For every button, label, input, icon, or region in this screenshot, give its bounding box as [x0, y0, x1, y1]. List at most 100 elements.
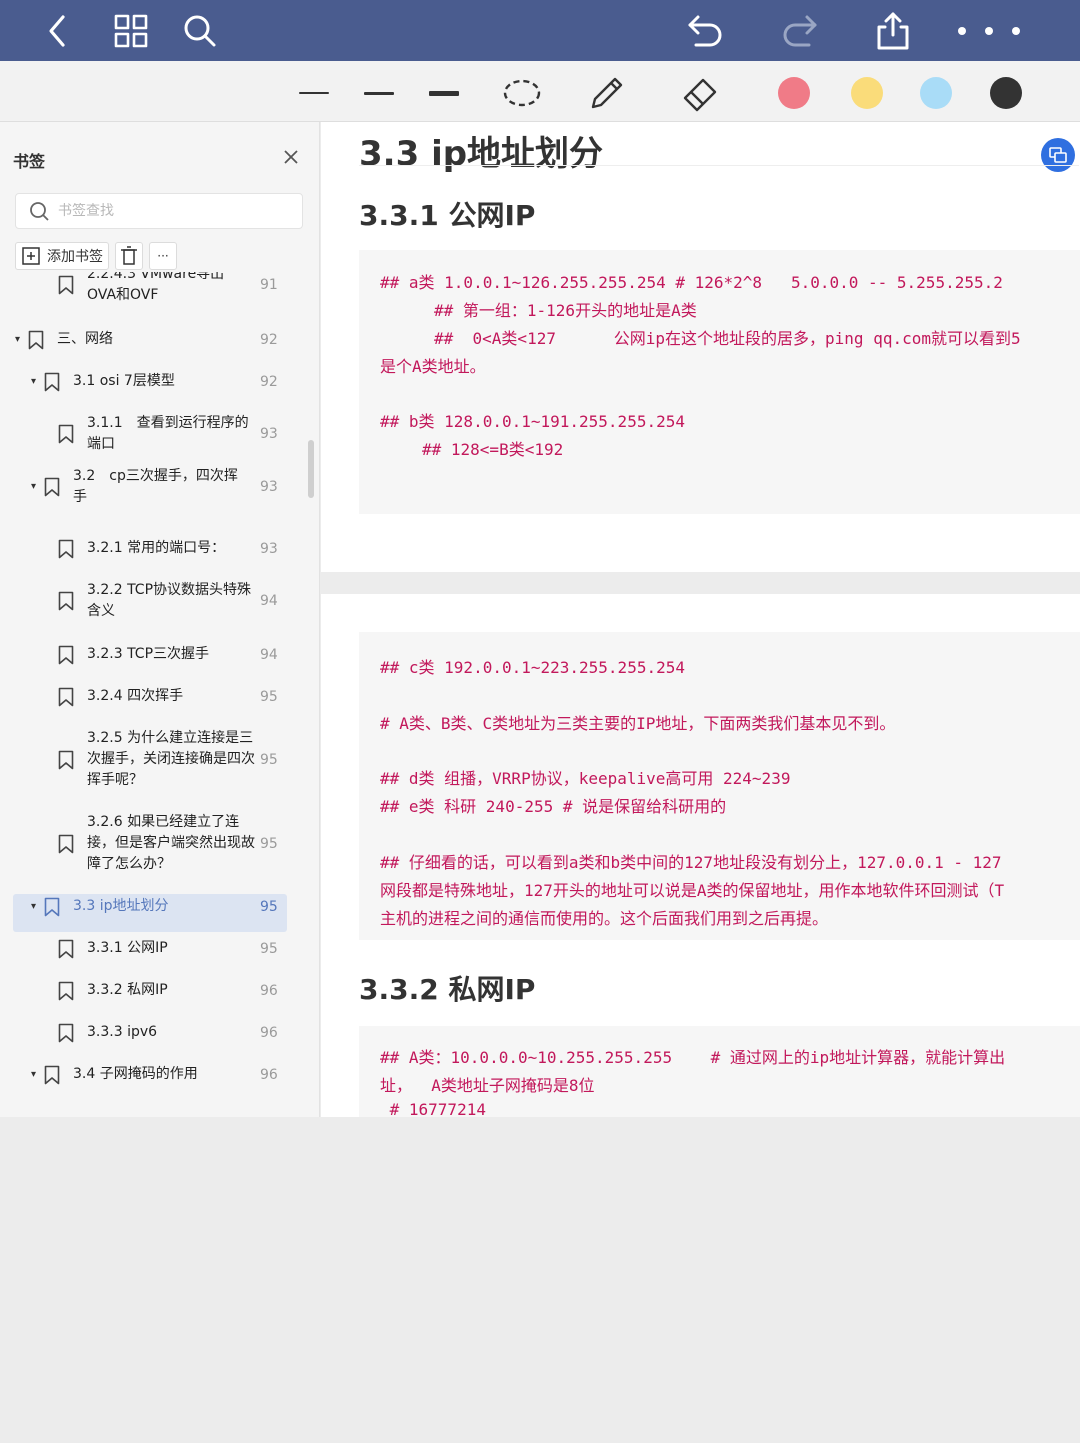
more-icon[interactable] — [948, 8, 1028, 54]
code-line: ## A类：10.0.0.0~10.255.255.255 # 通过网上的ip地… — [380, 1048, 1006, 1067]
code-line: ## d类 组播，VRRP协议，keepalive高可用 224~239 — [380, 769, 791, 788]
bookmark-list: 2.2.4.3 VMware导出 OVA和OVF 91 ▾ 三、网络 92 ▾ 3.1 os… — [0, 272, 319, 1117]
grid-icon[interactable] — [108, 8, 154, 54]
bookmark-label: 3.3.3 ipv6 — [87, 1024, 158, 1040]
bookmark-item[interactable]: ▾ 3.4 子网掩码的作用 96 — [0, 1062, 319, 1088]
bookmark-item[interactable]: ▾ 3.1 osi 7层模型 92 — [0, 369, 319, 395]
close-icon[interactable] — [280, 146, 302, 168]
bookmark-page-number: 92 — [260, 332, 278, 348]
bookmark-item[interactable]: ▾ 三、网络 92 — [0, 327, 319, 353]
drawing-toolbar — [0, 61, 1080, 122]
color-swatch-red[interactable] — [778, 77, 810, 109]
expand-caret-icon[interactable]: ▾ — [31, 901, 36, 912]
bookmark-item[interactable]: 3.2.4 四次挥手 95 — [0, 684, 319, 710]
bookmark-label: 3.1.1 查看到运行程序的端口 — [87, 415, 249, 452]
bookmark-label: 2.2.4.3 VMware导出 OVA和OVF — [87, 272, 225, 303]
code-block: ## c类 192.0.0.1~223.255.255.254 # A类、B类、… — [359, 632, 1080, 940]
eraser-icon[interactable] — [678, 71, 722, 115]
pencil-icon[interactable] — [585, 71, 629, 115]
bookmark-icon — [58, 750, 74, 769]
bookmark-item[interactable]: 3.2.1 常用的端口号： 93 — [0, 536, 319, 562]
bookmark-icon — [58, 424, 74, 444]
undo-icon[interactable] — [683, 8, 729, 54]
bookmark-label: 3.3 ip地址划分 — [73, 898, 169, 914]
medium-line-tool[interactable] — [357, 71, 401, 115]
color-swatch-yellow[interactable] — [851, 77, 883, 109]
bookmark-page-number: 92 — [260, 374, 278, 390]
share-icon[interactable] — [870, 8, 916, 54]
bookmark-actions: 添加书签 ··· — [15, 242, 177, 270]
bookmark-icon — [58, 1023, 74, 1043]
bookmark-item[interactable]: 3.1.1 查看到运行程序的端口 93 — [0, 411, 319, 457]
bookmark-item[interactable]: ▾ 3.3 ip地址划分 95 — [0, 894, 319, 932]
bookmark-item[interactable]: 3.3.3 ipv6 96 — [0, 1020, 319, 1046]
code-line: ## 0<A类<127 公网ip在这个地址段的居多，ping qq.com就可以… — [434, 329, 1021, 348]
code-line: # A类、B类、C类地址为三类主要的IP地址，下面两类我们基本见不到。 — [380, 714, 896, 733]
color-swatch-black[interactable] — [990, 77, 1022, 109]
bookmark-item[interactable]: 3.2.6 如果已经建立了连接，但是客户端突然出现故障了怎么办？ 95 — [0, 810, 319, 877]
lasso-icon[interactable] — [500, 71, 544, 115]
bookmark-item[interactable]: 3.2.3 TCP三次握手 94 — [0, 642, 319, 668]
bookmark-label: 3.2.5 为什么建立连接是三次握手，关闭连接确是四次挥手呢？ — [87, 730, 255, 788]
bookmark-page-number: 94 — [260, 647, 278, 663]
bookmark-item[interactable]: 3.2.5 为什么建立连接是三次握手，关闭连接确是四次挥手呢？ 95 — [0, 726, 319, 793]
more-options-button[interactable]: ··· — [149, 242, 177, 270]
code-line: ## 第一组：1-126开头的地址是A类 — [434, 301, 697, 320]
bookmark-page-number: 93 — [260, 479, 278, 495]
expand-caret-icon[interactable]: ▾ — [15, 334, 20, 345]
expand-caret-icon[interactable]: ▾ — [31, 376, 36, 387]
search-icon — [30, 202, 49, 221]
bookmark-label: 3.2.6 如果已经建立了连接，但是客户端突然出现故障了怎么办？ — [87, 814, 255, 872]
bookmark-icon — [58, 645, 74, 665]
delete-bookmark-button[interactable] — [115, 242, 143, 270]
back-icon[interactable] — [35, 8, 81, 54]
code-line: ## b类 128.0.0.1~191.255.255.254 — [380, 412, 685, 431]
bookmark-item[interactable]: 2.2.4.3 VMware导出 OVA和OVF 91 — [0, 272, 319, 308]
bookmark-label: 3.2.2 TCP协议数据头特殊含义 — [87, 582, 252, 619]
bookmark-page-number: 95 — [260, 689, 278, 705]
document-page-2: ## c类 192.0.0.1~223.255.255.254 # A类、B类、… — [321, 594, 1080, 1117]
translate-icon[interactable] — [1041, 138, 1075, 172]
thick-line-tool[interactable] — [422, 71, 466, 115]
bookmark-item[interactable]: 3.3.1 公网IP 95 — [0, 936, 319, 962]
bookmark-icon — [58, 275, 74, 295]
bookmark-page-number: 94 — [260, 593, 278, 609]
bookmark-page-number: 95 — [260, 899, 278, 915]
sidebar-scrollbar[interactable] — [308, 440, 314, 498]
bookmark-label: 3.4 子网掩码的作用 — [73, 1066, 198, 1082]
add-bookmark-button[interactable]: 添加书签 — [15, 242, 109, 270]
code-line: ## c类 192.0.0.1~223.255.255.254 — [380, 658, 685, 677]
section-title: 3.3 ip地址划分 — [359, 134, 604, 174]
code-line: 是个A类地址。 — [380, 357, 486, 376]
redo-icon[interactable] — [776, 8, 822, 54]
bookmark-icon — [44, 897, 60, 917]
code-line: ## 仔细看的话，可以看到a类和b类中间的127地址段没有划分上，127.0.0… — [380, 853, 1002, 872]
bookmark-icon — [58, 834, 74, 853]
bookmark-item[interactable]: 3.3.2 私网IP 96 — [0, 978, 319, 1004]
thin-line-tool[interactable] — [292, 71, 336, 115]
code-line: ## 128<=B类<192 — [422, 440, 564, 459]
bookmark-page-number: 96 — [260, 983, 278, 999]
add-bookmark-icon — [22, 247, 40, 265]
bookmark-icon — [58, 591, 74, 611]
color-swatch-blue[interactable] — [920, 77, 952, 109]
bookmark-item[interactable]: ▾ 3.2 cp三次握手，四次挥手 93 — [0, 464, 319, 510]
expand-caret-icon[interactable]: ▾ — [31, 1069, 36, 1080]
bookmark-icon — [58, 939, 74, 959]
bookmark-icon — [58, 981, 74, 1001]
bookmark-search-input[interactable] — [58, 203, 278, 219]
bookmark-item[interactable]: 3.2.2 TCP协议数据头特殊含义 94 — [0, 578, 319, 624]
search-icon[interactable] — [177, 8, 223, 54]
top-nav-bar — [0, 0, 1080, 61]
sidebar-title: 书签 — [13, 152, 46, 171]
bookmark-page-number: 93 — [260, 426, 278, 442]
subsection-title: 3.3.2 私网IP — [359, 973, 536, 1006]
bookmark-search-box — [15, 193, 303, 229]
bookmark-page-number: 93 — [260, 541, 278, 557]
expand-caret-icon[interactable]: ▾ — [31, 481, 36, 492]
code-block: ## a类 1.0.0.1~126.255.255.254 # 126*2^8 … — [359, 250, 1080, 514]
bookmark-icon — [44, 477, 60, 497]
code-line: 网段都是特殊地址，127开头的地址可以说是A类的保留地址，用作本地软件环回测试（… — [380, 881, 1005, 900]
bookmark-sidebar: 书签 添加书签 ··· 2.2.4.3 VMware导出 OVA和OVF 91 ▾ 三… — [0, 122, 320, 1117]
bookmark-icon — [44, 1065, 60, 1085]
